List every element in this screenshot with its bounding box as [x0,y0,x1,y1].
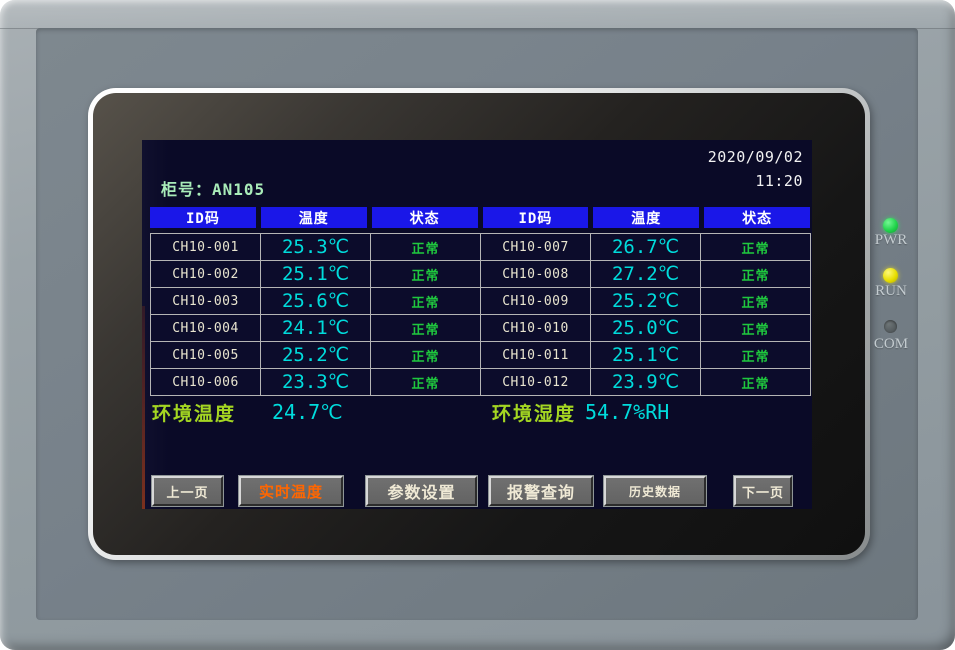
cell-temperature: 25.0℃ [591,315,701,342]
com-led-icon [884,320,897,333]
cell-status: 正常 [701,342,811,369]
power-led-icon [883,218,898,233]
datetime-display: 2020/09/02 11:20 [708,145,803,193]
cell-temperature: 23.9℃ [591,369,701,396]
cell-temperature: 27.2℃ [591,261,701,288]
lcd-screen: 2020/09/02 11:20 柜号：AN105 ID码 温度 状态 ID码 … [142,140,812,509]
cell-id: CH10-006 [151,369,261,396]
cell-id: CH10-011 [481,342,591,369]
cell-id: CH10-003 [151,288,261,315]
cell-id: CH10-005 [151,342,261,369]
col-header-temp-2: 温度 [593,207,699,228]
cell-id: CH10-009 [481,288,591,315]
bezel-top-edge [0,0,955,29]
cell-temperature: 25.3℃ [261,234,371,261]
cell-id: CH10-004 [151,315,261,342]
table-body: CH10-001 25.3℃ 正常 CH10-007 26.7℃ 正常 CH10… [150,233,811,396]
cell-id: CH10-008 [481,261,591,288]
hmi-panel-photo: 2020/09/02 11:20 柜号：AN105 ID码 温度 状态 ID码 … [0,0,955,650]
cell-status: 正常 [371,261,481,288]
screen-dark-bezel: 2020/09/02 11:20 柜号：AN105 ID码 温度 状态 ID码 … [93,93,865,555]
cell-temperature: 25.1℃ [261,261,371,288]
cell-status: 正常 [371,234,481,261]
cell-status: 正常 [371,315,481,342]
realtime-temperature-button[interactable]: 实时温度 [239,476,343,506]
screen-silver-ring: 2020/09/02 11:20 柜号：AN105 ID码 温度 状态 ID码 … [88,88,870,560]
col-header-status-1: 状态 [372,207,478,228]
col-header-temp-1: 温度 [261,207,367,228]
parameter-settings-button[interactable]: 参数设置 [366,476,477,506]
cell-status: 正常 [371,369,481,396]
history-data-button[interactable]: 历史数据 [604,476,706,506]
cell-id: CH10-007 [481,234,591,261]
cell-status: 正常 [371,288,481,315]
cell-status: 正常 [701,234,811,261]
ambient-temp-value: 24.7℃ [272,400,343,424]
cell-id: CH10-001 [151,234,261,261]
cell-id: CH10-012 [481,369,591,396]
alarm-query-button[interactable]: 报警查询 [489,476,593,506]
run-led-icon [883,268,898,283]
ambient-temp-label: 环境温度 [152,400,236,424]
run-led-label: RUN [868,283,914,300]
cell-status: 正常 [701,315,811,342]
ambient-humidity-label: 环境湿度 [492,400,576,424]
cell-id: CH10-002 [151,261,261,288]
cell-temperature: 25.6℃ [261,288,371,315]
prev-page-button[interactable]: 上一页 [152,476,223,506]
cell-temperature: 23.3℃ [261,369,371,396]
power-led-label: PWR [868,232,914,249]
cell-status: 正常 [371,342,481,369]
col-header-id-2: ID码 [483,207,589,228]
col-header-id-1: ID码 [150,207,256,228]
cell-status: 正常 [701,369,811,396]
date-text: 2020/09/02 [708,145,803,169]
col-header-status-2: 状态 [704,207,810,228]
cell-status: 正常 [701,288,811,315]
cabinet-id-label: 柜号：AN105 [161,176,265,200]
table-header-row: ID码 温度 状态 ID码 温度 状态 [150,207,810,228]
device-bezel: 2020/09/02 11:20 柜号：AN105 ID码 温度 状态 ID码 … [0,0,955,650]
time-text: 11:20 [708,169,803,193]
cell-id: CH10-010 [481,315,591,342]
cell-temperature: 25.2℃ [261,342,371,369]
cell-status: 正常 [701,261,811,288]
cell-temperature: 24.1℃ [261,315,371,342]
ambient-humidity-value: 54.7%RH [585,400,669,424]
lcd-edge-reflection [142,306,145,509]
cell-temperature: 26.7℃ [591,234,701,261]
com-led-label: COM [868,336,914,353]
next-page-button[interactable]: 下一页 [734,476,792,506]
cell-temperature: 25.2℃ [591,288,701,315]
cell-temperature: 25.1℃ [591,342,701,369]
